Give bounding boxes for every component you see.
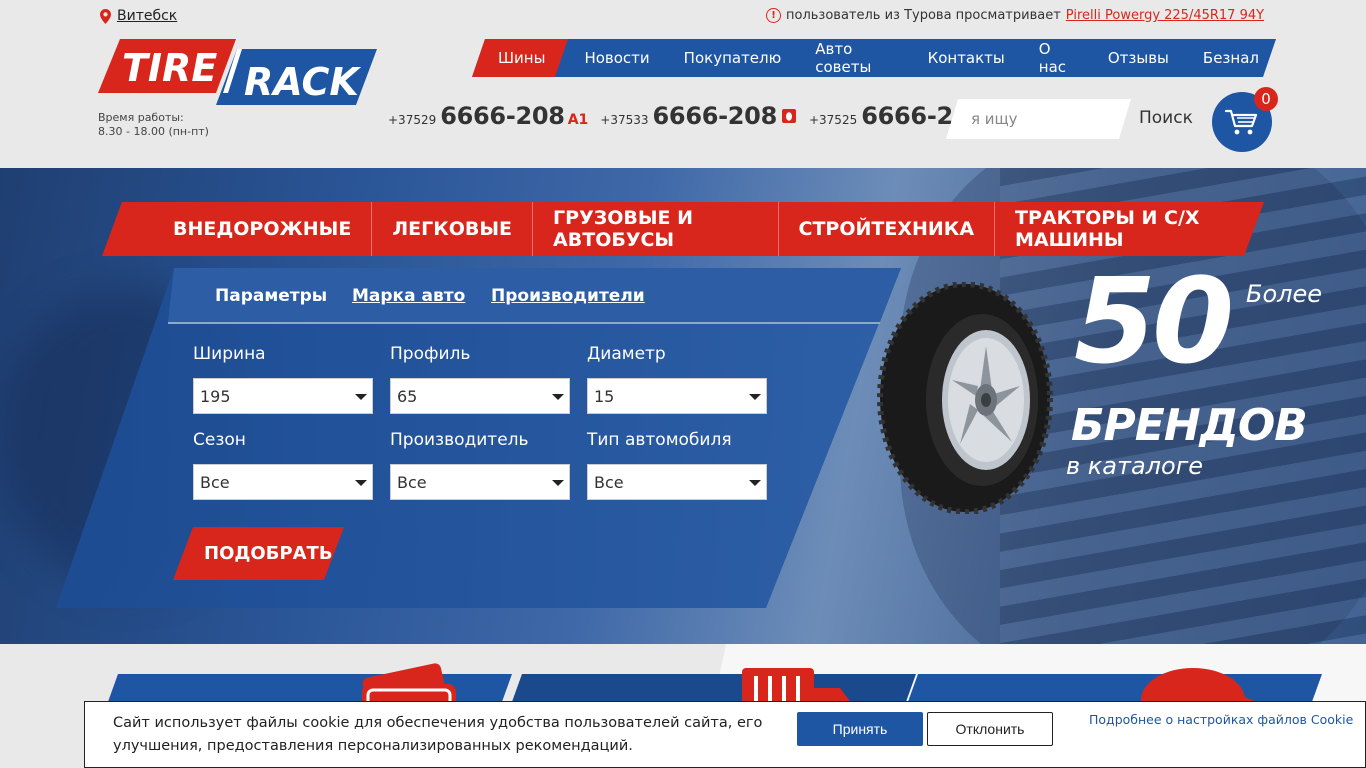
cookie-settings-link[interactable]: Подробнее о настройках файлов Cookie: [1089, 712, 1353, 728]
phone-mts[interactable]: +37533 6666-208: [600, 102, 797, 130]
phone-code: +37525: [808, 113, 858, 127]
promo-brands: БРЕНДОВ: [1071, 400, 1308, 451]
tab-car-brand[interactable]: Марка авто: [352, 286, 465, 306]
promo-number: 50: [1074, 252, 1234, 390]
chevron-down-icon: [749, 480, 761, 486]
tire-image: [877, 282, 1053, 514]
hours-label: Время работы:: [98, 111, 184, 124]
manufacturer-label: Производитель: [390, 430, 529, 450]
promo-catalog: в каталоге: [1066, 452, 1204, 480]
search-input[interactable]: [946, 99, 1131, 139]
chevron-down-icon: [552, 480, 564, 486]
profile-value: 65: [397, 386, 418, 406]
season-label: Сезон: [193, 430, 246, 450]
category-trucks-buses[interactable]: ГРУЗОВЫЕ И АВТОБУСЫ: [533, 202, 779, 256]
category-construction[interactable]: СТРОЙТЕХНИКА: [779, 202, 996, 256]
viewing-text: пользователь из Турова просматривает: [786, 8, 1061, 23]
logo-word-rack: RACK: [244, 60, 361, 104]
nav-cashless[interactable]: Безнал: [1186, 39, 1276, 77]
width-label: Ширина: [193, 344, 266, 364]
phone-code: +37533: [600, 113, 649, 127]
live-viewing-notice: ! пользователь из Турова просматривает P…: [766, 8, 1264, 23]
city-name[interactable]: Витебск: [117, 8, 177, 24]
cookie-accept-button[interactable]: Принять: [797, 712, 923, 746]
city-selector[interactable]: Витебск: [100, 8, 177, 24]
phone-number[interactable]: 6666-208: [653, 102, 778, 130]
pick-button-label: ПОДОБРАТЬ: [204, 543, 333, 564]
category-bar: ВНЕДОРОЖНЫЕ ЛЕГКОВЫЕ ГРУЗОВЫЕ И АВТОБУСЫ…: [102, 202, 1264, 256]
tab-parameters[interactable]: Параметры: [215, 286, 327, 306]
site-header: Витебск ! пользователь из Турова просмат…: [0, 0, 1366, 168]
nav-news[interactable]: Новости: [567, 39, 666, 77]
mts-operator-icon: [781, 109, 796, 123]
chevron-down-icon: [355, 394, 367, 400]
nav-buyer[interactable]: Покупателю: [667, 39, 799, 77]
viewing-product-link[interactable]: Pirelli Powergy 225/45R17 94Y: [1066, 8, 1264, 23]
hours-value: 8.30 - 18.00 (пн-пт): [98, 125, 209, 138]
profile-select[interactable]: 65: [390, 378, 570, 414]
nav-reviews[interactable]: Отзывы: [1091, 39, 1186, 77]
manufacturer-select[interactable]: Все: [390, 464, 570, 500]
search-button[interactable]: Поиск: [1139, 108, 1193, 128]
tirerack-logo[interactable]: TIRE RACK: [98, 39, 378, 105]
cart-icon: [1225, 109, 1258, 135]
season-value: Все: [200, 472, 230, 492]
profile-label: Профиль: [390, 344, 471, 364]
width-value: 195: [200, 386, 231, 406]
main-nav: Шины Новости Покупателю Авто советы Конт…: [472, 39, 1276, 77]
chevron-down-icon: [552, 394, 564, 400]
location-pin-icon: [100, 8, 111, 24]
cookie-decline-button[interactable]: Отклонить: [927, 712, 1053, 746]
logo-word-tire: TIRE: [122, 46, 217, 90]
working-hours: Время работы: 8.30 - 18.00 (пн-пт): [98, 111, 209, 139]
category-tractors[interactable]: ТРАКТОРЫ И С/Х МАШИНЫ: [995, 202, 1264, 256]
chevron-down-icon: [355, 480, 367, 486]
search-box: [946, 99, 1131, 139]
tab-manufacturers[interactable]: Производители: [491, 286, 645, 306]
nav-auto-tips[interactable]: Авто советы: [798, 39, 910, 77]
manufacturer-value: Все: [397, 472, 427, 492]
phone-code: +37529: [388, 113, 437, 127]
cart-count-badge: 0: [1254, 87, 1278, 111]
vehicle-type-select[interactable]: Все: [587, 464, 767, 500]
category-offroad[interactable]: ВНЕДОРОЖНЫЕ: [154, 202, 373, 256]
phone-number[interactable]: 6666-208: [440, 102, 565, 130]
vehicle-type-value: Все: [594, 472, 624, 492]
pick-button[interactable]: ПОДОБРАТЬ: [173, 527, 344, 580]
chevron-down-icon: [749, 394, 761, 400]
info-icon: !: [766, 8, 781, 23]
diameter-value: 15: [594, 386, 615, 406]
season-select[interactable]: Все: [193, 464, 373, 500]
nav-about[interactable]: О нас: [1022, 39, 1091, 77]
nav-contacts[interactable]: Контакты: [911, 39, 1022, 77]
phone-a1[interactable]: +37529 6666-208 A1: [388, 102, 588, 130]
cookie-banner: Сайт использует файлы cookie для обеспеч…: [84, 701, 1366, 768]
category-passenger[interactable]: ЛЕГКОВЫЕ: [372, 202, 534, 256]
phone-list: +37529 6666-208 A1 +37533 6666-208 +3752…: [388, 102, 1013, 130]
cookie-text: Сайт использует файлы cookie для обеспеч…: [113, 715, 763, 754]
diameter-label: Диаметр: [587, 344, 666, 364]
a1-operator-icon: A1: [567, 112, 589, 128]
vehicle-type-label: Тип автомобиля: [587, 430, 732, 450]
nav-tires[interactable]: Шины: [472, 39, 567, 77]
width-select[interactable]: 195: [193, 378, 373, 414]
diameter-select[interactable]: 15: [587, 378, 767, 414]
promo-more: Более: [1246, 280, 1323, 308]
